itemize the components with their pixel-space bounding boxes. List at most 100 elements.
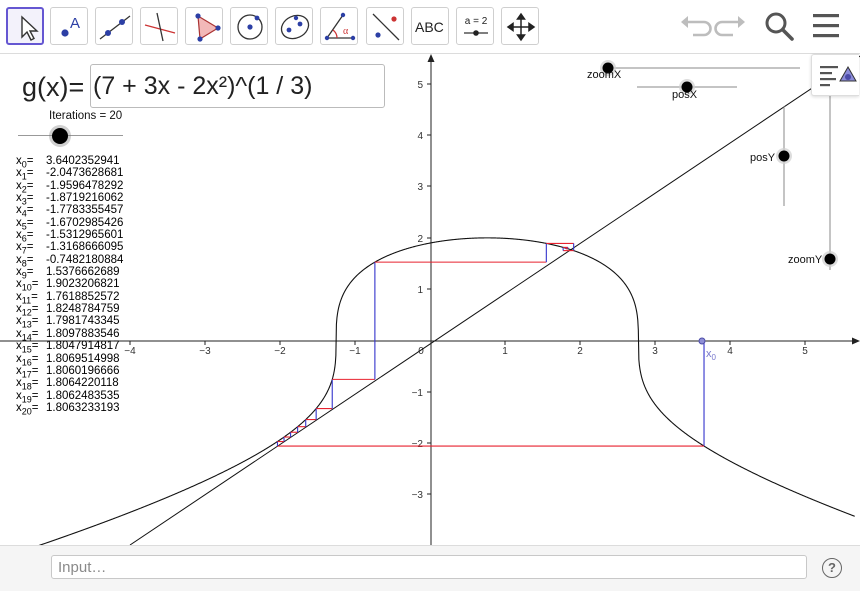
polygon-tool-button[interactable] <box>185 7 223 45</box>
posx-label: posX <box>672 89 698 101</box>
line-through-points-icon <box>99 15 131 40</box>
x-tick-label: −1 <box>349 346 361 357</box>
iterate-row: x8= -0.7482180884 <box>16 253 124 268</box>
iterate-value: -1.7783355457 <box>46 204 124 217</box>
iterate-value: 1.7618852572 <box>46 290 120 303</box>
iterate-value: -1.5312965601 <box>46 229 124 242</box>
command-input[interactable] <box>51 555 807 579</box>
point-icon: A <box>61 15 80 37</box>
input-bar: ? <box>0 545 860 591</box>
function-g-curve[interactable] <box>0 237 855 545</box>
redo-icon <box>714 16 745 37</box>
y-tick-label: 2 <box>417 234 423 245</box>
x-tick-label: 3 <box>652 346 658 357</box>
iterate-value: -2.0473628681 <box>46 167 124 180</box>
x-tick-label: 5 <box>802 346 808 357</box>
reflect-tool-button[interactable] <box>366 7 404 45</box>
iterate-row: x18= 1.8064220118 <box>16 377 123 391</box>
line-tool-button[interactable] <box>95 7 133 45</box>
iterate-value: 1.8097883546 <box>46 327 120 340</box>
x-tick-label: −4 <box>124 346 136 357</box>
iterate-value: 1.7981743345 <box>46 315 120 328</box>
iterate-row: x16= 1.8069514998 <box>16 352 123 367</box>
iterate-row: x3= -1.8719216062 <box>16 192 123 206</box>
x0-label: x0 <box>706 348 717 362</box>
search-button[interactable] <box>761 8 797 44</box>
iterate-row: x7= -1.3168666095 <box>16 241 123 255</box>
move-graphics-view-tool-button[interactable] <box>501 7 539 45</box>
function-input-box[interactable]: (7 + 3x - 2x²)^(1 / 3) <box>90 64 385 108</box>
y-tick-label: −2 <box>412 439 424 450</box>
y-tick-label: −1 <box>412 388 424 399</box>
iterate-value: 1.8063233193 <box>46 401 120 414</box>
search-icon <box>765 12 794 41</box>
point-tool-button[interactable]: A <box>50 7 88 45</box>
y-tick-label: 3 <box>417 182 423 193</box>
perpendicular-line-tool-button[interactable] <box>140 7 178 45</box>
x0-point[interactable] <box>698 337 706 345</box>
angle-icon: α <box>324 12 356 41</box>
angle-tool-button[interactable]: α <box>320 7 358 45</box>
undo-button[interactable] <box>677 8 713 44</box>
main-menu-button[interactable] <box>808 8 844 44</box>
posy-slider-knob[interactable] <box>778 150 790 162</box>
iterate-value: 1.8062483535 <box>46 389 120 402</box>
help-icon[interactable]: ? <box>822 558 842 578</box>
x-tick-label: 4 <box>727 346 733 357</box>
y-axis-arrow <box>427 54 435 62</box>
iterate-value: -0.7482180884 <box>46 253 124 266</box>
iterations-slider-track[interactable] <box>18 135 123 136</box>
text-tool-label: ABC <box>415 19 444 35</box>
function-name-label: g(x)= <box>22 72 85 102</box>
zoomy-slider-knob[interactable] <box>824 253 836 265</box>
slider-tool-label: a = 2 <box>465 16 488 27</box>
slider-tool-button[interactable]: a = 2 <box>456 7 494 45</box>
ellipse-tool-button[interactable] <box>275 7 313 45</box>
iterate-name: x20= <box>16 401 39 417</box>
redo-button[interactable] <box>713 8 749 44</box>
point-tool-label: A <box>70 15 80 32</box>
text-tool-button[interactable]: ABC <box>411 7 449 45</box>
x-tick-label: 2 <box>577 346 583 357</box>
y-tick-label: 1 <box>417 285 423 296</box>
toolbar: A α ABC a = 2 <box>0 0 860 54</box>
iterate-value: 1.9023206821 <box>46 278 120 291</box>
x-tick-label: −3 <box>199 346 211 357</box>
iterate-row: x12= 1.8248784759 <box>16 303 123 317</box>
y-tick-label: −3 <box>412 490 424 501</box>
iterate-value: 3.6402352941 <box>46 155 120 167</box>
iterate-value: 1.5376662689 <box>46 266 120 279</box>
graphics-stylebar-icon <box>820 65 857 87</box>
posy-label: posY <box>750 152 776 164</box>
iterations-slider-knob[interactable] <box>52 128 68 144</box>
graphics-stylebar-toggle[interactable] <box>811 54 859 96</box>
iterate-value: 1.8069514998 <box>46 352 120 365</box>
move-view-icon <box>506 12 536 42</box>
x-tick-label: −2 <box>274 346 286 357</box>
iterate-row: x9= 1.5376662689 <box>16 266 123 280</box>
iterate-row: x10= 1.9023206821 <box>16 278 123 292</box>
iterate-row: x13= 1.7981743345 <box>16 315 123 329</box>
y-tick-label: 5 <box>417 80 423 91</box>
iterates-list: x0= 3.6402352941 x1= -2.0473628681 x2= -1.959… <box>16 155 124 416</box>
circle-center-tool-button[interactable] <box>230 7 268 45</box>
iterate-row: x5= -1.6702985426 <box>16 217 123 231</box>
iterate-row: x6= -1.5312965601 <box>16 229 124 243</box>
graphics-view[interactable]: −4 −3 −2 −1 0 1 2 3 4 5 5 4 3 2 1 −1 −2 … <box>0 53 860 545</box>
zoomx-label: zoomX <box>587 69 622 81</box>
graphics-canvas[interactable]: −4 −3 −2 −1 0 1 2 3 4 5 5 4 3 2 1 −1 −2 … <box>0 53 860 545</box>
zoomy-label: zoomY <box>788 254 823 266</box>
iterate-row: x11= 1.7618852572 <box>16 290 123 305</box>
x-axis-arrow <box>852 337 860 345</box>
iterate-row: x20= 1.8063233193 <box>16 401 123 416</box>
move-tool-button[interactable] <box>6 7 44 45</box>
arrow-cursor-icon <box>21 15 39 41</box>
iterate-value: 1.8047914817 <box>46 340 120 353</box>
iterate-row: x14= 1.8097883546 <box>16 327 123 342</box>
iterate-row: x2= -1.9596478292 <box>16 180 123 194</box>
ellipse-icon <box>280 14 310 40</box>
angle-tool-label: α <box>343 26 349 37</box>
reflect-about-line-icon <box>372 13 400 41</box>
iterate-value: 1.8248784759 <box>46 303 120 316</box>
iterate-row: x19= 1.8062483535 <box>16 389 123 404</box>
